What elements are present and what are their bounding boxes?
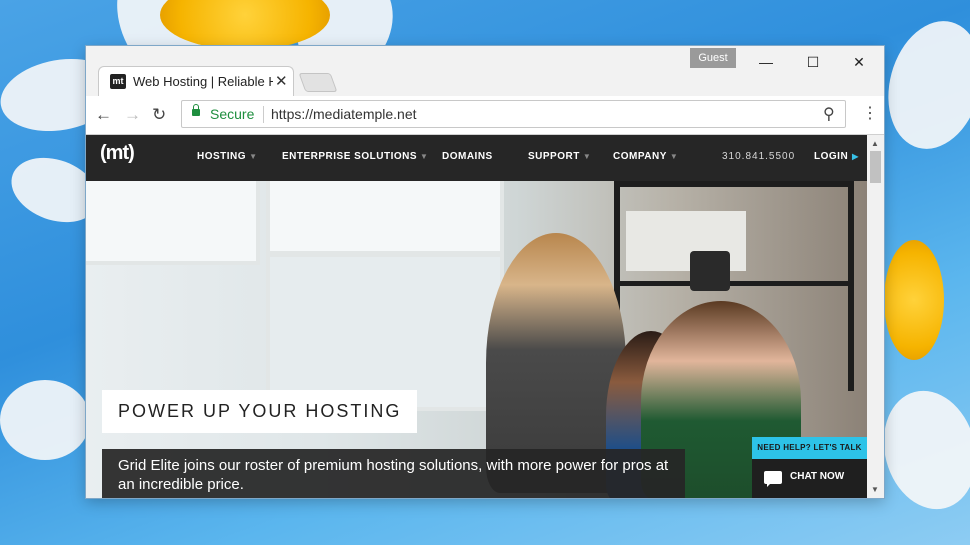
hero-headline: POWER UP YOUR HOSTING: [102, 390, 418, 433]
site-navbar: (mt) HOSTING ▼ ENTERPRISE SOLUTIONS ▼ DOMA…: [86, 135, 867, 181]
page-viewport: (mt) HOSTING ▼ ENTERPRISE SOLUTIONS ▼ DOMA…: [86, 135, 867, 498]
scroll-up-icon[interactable]: ▲: [871, 139, 879, 148]
hero-photo-shelf: [614, 281, 854, 286]
new-tab-button[interactable]: [298, 73, 338, 92]
nav-enterprise-solutions[interactable]: ENTERPRISE SOLUTIONS ▼: [282, 151, 428, 162]
chevron-down-icon: ▼: [249, 152, 258, 161]
browser-window: mt Web Hosting | Reliable H ✕ Guest — ☐ …: [86, 46, 884, 498]
phone-number[interactable]: 310.841.5500: [722, 151, 795, 162]
site-logo[interactable]: (mt): [100, 142, 135, 165]
hero-photo-shelf: [848, 181, 854, 391]
hero-photo-camera: [690, 251, 730, 291]
maximize-icon[interactable]: ☐: [798, 52, 828, 72]
chevron-down-icon: ▼: [582, 152, 592, 161]
tab-title: Web Hosting | Reliable H: [133, 74, 273, 89]
chat-now-button[interactable]: CHAT NOW: [752, 459, 867, 498]
address-bar[interactable]: Secure https://mediatemple.net ⚲: [181, 100, 846, 128]
help-banner[interactable]: NEED HELP? LET'S TALK: [752, 437, 867, 459]
back-icon[interactable]: ←: [95, 105, 112, 125]
nav-label: SUPPORT: [528, 151, 580, 162]
scroll-thumb[interactable]: [870, 151, 881, 183]
chevron-down-icon: ▼: [669, 152, 679, 161]
hero-photo-window: [266, 253, 504, 411]
forward-icon[interactable]: →: [124, 105, 141, 125]
reload-icon[interactable]: ↻: [152, 105, 166, 125]
nav-label: HOSTING: [197, 151, 247, 162]
nav-hosting[interactable]: HOSTING ▼: [197, 151, 257, 162]
scroll-down-icon[interactable]: ▼: [871, 485, 879, 494]
zoom-icon[interactable]: ⚲: [823, 104, 835, 124]
nav-label: COMPANY: [613, 151, 667, 162]
profile-badge[interactable]: Guest: [690, 48, 736, 68]
minimize-icon[interactable]: —: [751, 52, 781, 72]
menu-icon[interactable]: ⋮: [862, 104, 878, 124]
hero-subcopy: Grid Elite joins our roster of premium h…: [102, 449, 685, 498]
close-icon[interactable]: ✕: [275, 72, 288, 90]
title-bar: mt Web Hosting | Reliable H ✕ Guest — ☐ …: [86, 46, 884, 96]
hero-photo-window: [266, 181, 504, 255]
lock-icon: [192, 104, 200, 116]
nav-support[interactable]: SUPPORT ▼: [528, 151, 591, 162]
favicon-icon: mt: [110, 74, 126, 89]
hero-photo-window: [86, 181, 260, 265]
close-icon[interactable]: ✕: [844, 52, 874, 72]
nav-label: ENTERPRISE SOLUTIONS: [282, 151, 418, 162]
nav-company[interactable]: COMPANY ▼: [613, 151, 678, 162]
hero-banner: POWER UP YOUR HOSTING Grid Elite joins o…: [86, 181, 867, 498]
chevron-down-icon: ▼: [420, 152, 429, 161]
login-label: LOGIN: [814, 151, 849, 162]
arrow-right-icon: ▶: [852, 152, 859, 161]
browser-tab[interactable]: mt Web Hosting | Reliable H ✕: [98, 66, 294, 96]
secure-label: Secure: [210, 106, 255, 122]
hero-photo-shelf: [614, 181, 854, 187]
chat-now-label: CHAT NOW: [790, 471, 845, 482]
login-link[interactable]: LOGIN ▶: [814, 151, 859, 162]
chat-bubble-icon: [764, 471, 782, 487]
url-text[interactable]: https://mediatemple.net: [271, 106, 417, 122]
vertical-scrollbar[interactable]: ▲ ▼: [867, 135, 884, 498]
nav-domains[interactable]: DOMAINS: [442, 151, 493, 162]
browser-toolbar: ← → ↻ Secure https://mediatemple.net ⚲ ⋮: [86, 96, 884, 135]
nav-label: DOMAINS: [442, 151, 493, 162]
divider: [263, 106, 264, 123]
